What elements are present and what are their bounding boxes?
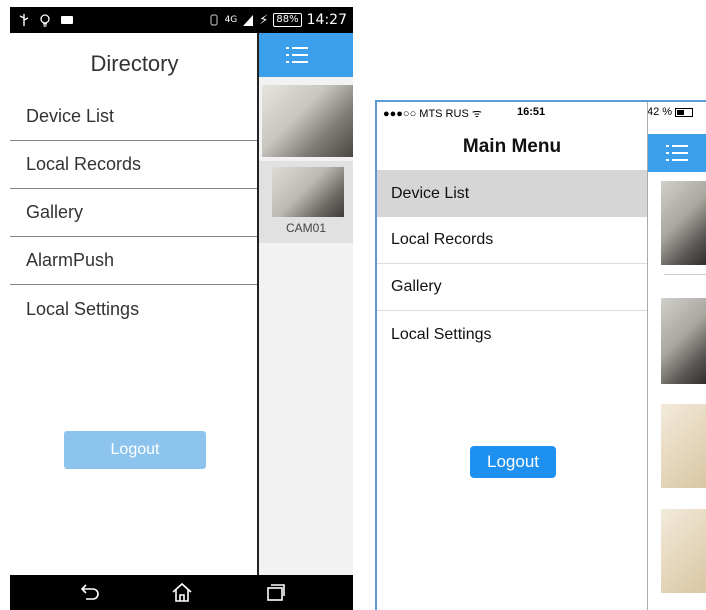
- camera-thumbnail[interactable]: [262, 85, 353, 157]
- ios-status-bar: ●●●○○ MTS RUS ᯤ 16:51 42 %: [377, 102, 706, 124]
- menu-item-gallery[interactable]: Gallery: [377, 264, 647, 311]
- list-divider: [664, 274, 706, 275]
- menu-toggle-icon[interactable]: [286, 46, 308, 64]
- back-icon[interactable]: [78, 581, 102, 603]
- menu-item-local-settings[interactable]: Local Settings: [10, 285, 259, 333]
- android-status-bar: 4G ⚡ 88% 14:27: [10, 7, 353, 33]
- device-panel: [648, 124, 706, 610]
- device-panel: CAM01: [259, 33, 353, 575]
- camera-label: CAM01: [285, 221, 326, 235]
- ios-phone-screen: ●●●○○ MTS RUS ᯤ 16:51 42 % Main Menu Dev…: [375, 100, 706, 610]
- drawer-menu: Device List Local Records Gallery AlarmP…: [10, 93, 259, 333]
- camera-thumbnail[interactable]: [661, 404, 706, 488]
- battery-indicator: 42 %: [647, 106, 694, 118]
- panel-header: [259, 33, 353, 77]
- charging-icon: ⚡: [259, 12, 269, 28]
- menu-toggle-icon[interactable]: [666, 144, 688, 162]
- drawer-menu: Device List Local Records Gallery Local …: [377, 170, 647, 358]
- camera-list-item[interactable]: CAM01: [259, 161, 353, 243]
- drawer-title: Main Menu: [462, 136, 562, 157]
- signal-icon: [243, 15, 254, 26]
- menu-item-local-records[interactable]: Local Records: [10, 141, 259, 189]
- bulb-icon: [40, 14, 50, 27]
- logout-button[interactable]: Logout: [64, 431, 206, 469]
- home-icon[interactable]: [170, 581, 194, 603]
- recent-apps-icon[interactable]: [263, 581, 287, 603]
- logout-button[interactable]: Logout: [470, 446, 556, 478]
- camera-thumbnail: [272, 167, 344, 217]
- network-type: 4G: [224, 15, 238, 25]
- menu-item-gallery[interactable]: Gallery: [10, 189, 259, 237]
- battery-level: 42 %: [647, 106, 673, 118]
- navigation-drawer: Directory Device List Local Records Gall…: [10, 33, 259, 575]
- android-phone-screen: 4G ⚡ 88% 14:27 Directory Device List Loc…: [10, 7, 353, 610]
- camera-thumbnail[interactable]: [661, 298, 706, 384]
- menu-item-alarm-push[interactable]: AlarmPush: [10, 237, 259, 285]
- usb-icon: [19, 14, 29, 26]
- menu-item-local-settings[interactable]: Local Settings: [377, 311, 647, 358]
- battery-level: 88%: [273, 13, 302, 27]
- menu-item-device-list[interactable]: Device List: [10, 93, 259, 141]
- carrier-signal: ●●●○○ MTS RUS ᯤ: [383, 108, 482, 120]
- menu-item-local-records[interactable]: Local Records: [377, 217, 647, 264]
- navigation-drawer: Main Menu Device List Local Records Gall…: [377, 124, 647, 610]
- camera-thumbnail[interactable]: [661, 181, 706, 265]
- menu-item-device-list[interactable]: Device List: [377, 170, 647, 217]
- drawer-title: Directory: [90, 51, 179, 76]
- notification-icon: [61, 16, 73, 24]
- vibrate-icon: [209, 14, 218, 26]
- camera-thumbnail[interactable]: [661, 509, 706, 593]
- battery-icon: [675, 107, 694, 117]
- panel-header: [648, 134, 706, 172]
- android-nav-bar: [10, 575, 353, 610]
- status-time: 14:27: [306, 12, 347, 28]
- status-time: 16:51: [517, 106, 546, 118]
